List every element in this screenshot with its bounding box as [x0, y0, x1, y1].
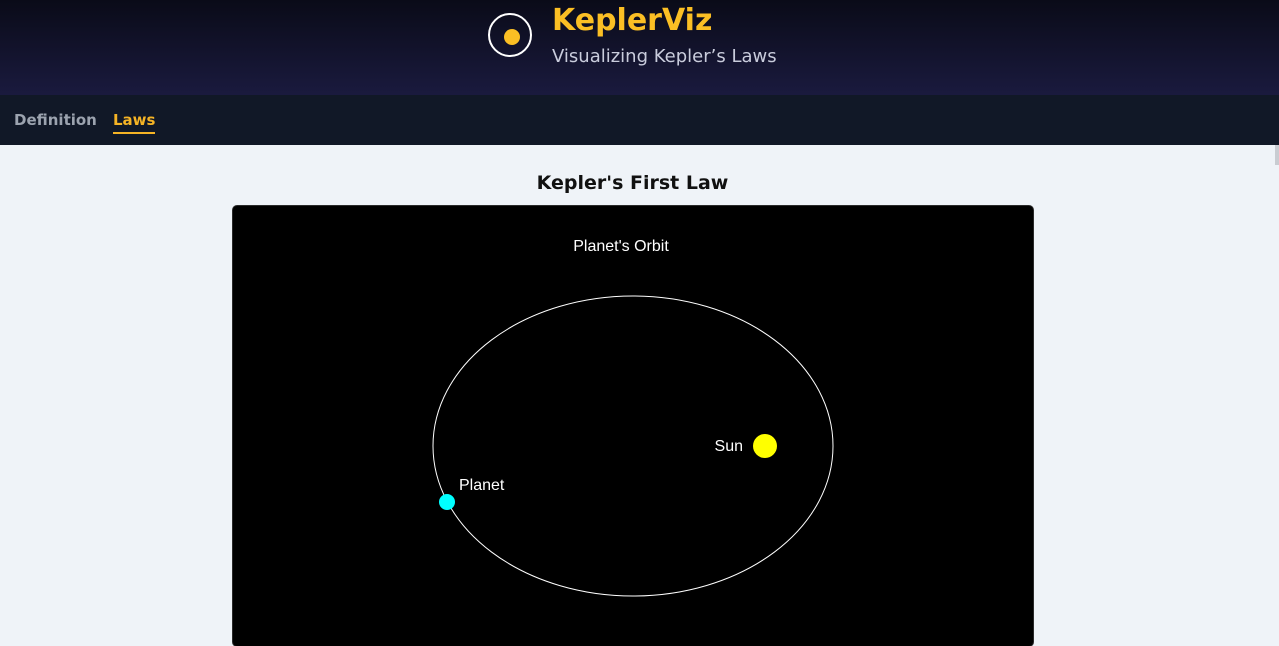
- sun-orbit-icon: [488, 13, 532, 57]
- brand-title: KeplerViz: [552, 3, 713, 38]
- tab-laws[interactable]: Laws: [113, 110, 156, 134]
- sun-label: Sun: [715, 438, 743, 455]
- planet-marker: [439, 494, 455, 510]
- tab-definition[interactable]: Definition: [14, 110, 97, 130]
- brand-subtitle: Visualizing Kepler’s Laws: [552, 46, 777, 67]
- scrollbar-thumb[interactable]: [1275, 145, 1279, 165]
- orbit-visualization: Planet's Orbit Sun Planet: [233, 206, 1033, 646]
- sun-marker: [753, 434, 777, 458]
- planet-label: Planet: [459, 477, 505, 494]
- nav-bar: Definition Laws: [0, 95, 1279, 145]
- sun-dot: [504, 29, 520, 45]
- orbit-svg: Planet's Orbit Sun Planet: [432, 238, 834, 597]
- visualization-title: Planet's Orbit: [573, 238, 669, 255]
- app-header: KeplerViz Visualizing Kepler’s Laws: [0, 0, 1279, 95]
- section-title: Kepler's First Law: [536, 172, 729, 194]
